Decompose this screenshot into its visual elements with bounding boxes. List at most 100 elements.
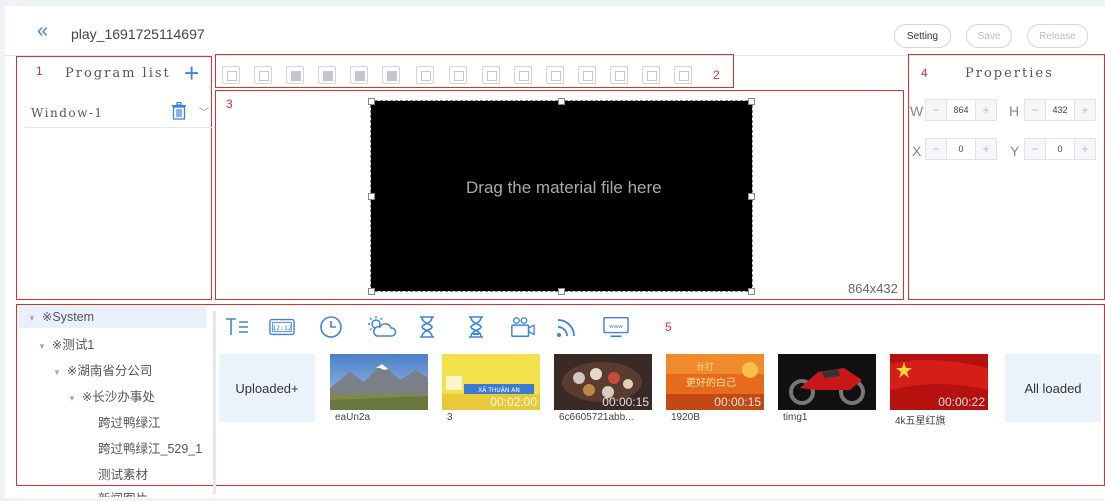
material-thumbnail-mountains[interactable] — [330, 354, 428, 410]
collapse-triangle-icon[interactable]: ▼ — [53, 368, 61, 377]
center-horizontal-icon[interactable] — [642, 66, 660, 84]
tree-item-leaf[interactable]: 跨过鸭绿江_529_1 — [98, 438, 202, 457]
tree-item-test1[interactable]: ▼ ※测试1 — [38, 334, 94, 353]
tree-item-system[interactable]: ▼ ※System — [18, 306, 206, 328]
material-duration: 00:02:00 — [490, 395, 537, 409]
webpage-icon[interactable]: www — [603, 315, 629, 339]
annotation-box-1 — [16, 56, 212, 300]
tree-item-leaf[interactable]: 测试素材 — [98, 464, 148, 483]
tree-item-leaf[interactable]: 跨过鸭绿江 — [98, 412, 161, 431]
app-window: « play_1691725114697 Setting Save Releas… — [5, 6, 1105, 498]
hourglass-icon[interactable] — [414, 315, 440, 339]
resize-handle-b[interactable] — [558, 288, 565, 295]
all-loaded-indicator: All loaded — [1005, 354, 1101, 422]
bring-front-icon[interactable] — [286, 66, 304, 84]
tree-item-label: ※测试1 — [51, 338, 95, 352]
height-input[interactable]: 432 — [1045, 100, 1075, 120]
program-list-title: Program list — [65, 66, 171, 81]
svg-text:更好的白己: 更好的白己 — [686, 376, 736, 389]
align-right-icon[interactable] — [674, 66, 692, 84]
program-title: play_1691725114697 — [71, 26, 205, 42]
align-top-icon[interactable] — [578, 66, 596, 84]
expand-icon[interactable] — [222, 66, 240, 84]
y-input[interactable]: 0 — [1045, 139, 1075, 159]
resize-handle-tl[interactable] — [368, 98, 375, 105]
clock-digital-icon[interactable]: 12:12 — [269, 315, 295, 339]
resize-handle-tr[interactable] — [748, 98, 755, 105]
tree-item-hunan[interactable]: ▼ ※湖南省分公司 — [53, 360, 152, 379]
annotation-box-4 — [908, 54, 1105, 300]
resize-handle-r[interactable] — [748, 193, 755, 200]
center-vertical-icon[interactable] — [546, 66, 564, 84]
svg-text:XÃ THUẬN AN: XÃ THUẬN AN — [478, 387, 520, 394]
upload-material-button[interactable]: Uploaded+ — [219, 354, 315, 422]
add-window-button[interactable]: + — [184, 60, 199, 86]
rss-icon[interactable] — [554, 315, 580, 339]
resize-handle-t[interactable] — [558, 98, 565, 105]
trash-icon[interactable] — [171, 102, 187, 120]
height-stepper[interactable]: − 432 + — [1024, 99, 1096, 121]
annotation-label-5: 5 — [665, 320, 672, 334]
send-back-icon[interactable] — [318, 66, 336, 84]
resize-handle-br[interactable] — [748, 288, 755, 295]
header: « play_1691725114697 Setting Save Releas… — [5, 6, 1105, 56]
y-increment-button[interactable]: + — [1075, 139, 1095, 159]
release-button[interactable]: Release — [1027, 24, 1088, 48]
move-up-icon[interactable] — [350, 66, 368, 84]
weather-icon[interactable] — [364, 315, 398, 339]
material-thumbnail-flag[interactable]: 00:00:22 — [890, 354, 988, 410]
width-input[interactable]: 864 — [946, 100, 976, 120]
double-chevron-left-icon[interactable]: « — [37, 21, 48, 41]
width-stepper[interactable]: − 864 + — [925, 99, 997, 121]
text-icon[interactable] — [224, 315, 250, 339]
resize-handle-bl[interactable] — [368, 288, 375, 295]
canvas-window[interactable]: Drag the material file here — [370, 100, 753, 292]
width-label: W — [910, 103, 924, 119]
chevron-down-icon[interactable]: ﹀ — [199, 104, 209, 119]
setting-button[interactable]: Setting — [894, 24, 951, 48]
material-thumbnail-dining[interactable]: 00:00:15 — [554, 354, 652, 410]
height-decrement-button[interactable]: − — [1025, 100, 1045, 120]
material-duration: 00:00:15 — [714, 395, 761, 409]
save-button[interactable]: Save — [966, 24, 1012, 48]
collapse-triangle-icon[interactable]: ▼ — [38, 342, 46, 351]
x-stepper[interactable]: − 0 + — [925, 138, 997, 160]
align-right-edge-icon[interactable] — [482, 66, 500, 84]
align-left-icon[interactable] — [610, 66, 628, 84]
collapse-triangle-icon[interactable]: ▼ — [28, 314, 36, 323]
svg-text:卄打: 卄打 — [696, 361, 714, 373]
x-increment-button[interactable]: + — [976, 139, 996, 159]
x-label: X — [912, 143, 922, 159]
material-thumbnail-yellow[interactable]: XÃ THUẬN AN 00:02:00 — [442, 354, 540, 410]
width-decrement-button[interactable]: − — [926, 100, 946, 120]
x-input[interactable]: 0 — [946, 139, 976, 159]
window-row[interactable]: Window-1 ﹀ — [25, 96, 215, 128]
fit-full-icon[interactable] — [416, 66, 434, 84]
tree-item-label: ※System — [41, 310, 95, 324]
align-bottom-icon[interactable] — [514, 66, 532, 84]
tree-item-changsha[interactable]: ▼ ※长沙办事处 — [68, 386, 155, 405]
material-duration: 00:00:15 — [602, 395, 649, 409]
y-decrement-button[interactable]: − — [1025, 139, 1045, 159]
move-down-icon[interactable] — [382, 66, 400, 84]
camera-icon[interactable] — [510, 315, 536, 339]
material-thumbnail-orange[interactable]: 卄打 更好的白己 00:00:15 — [666, 354, 764, 410]
align-bottom-edge-icon[interactable] — [449, 66, 467, 84]
y-stepper[interactable]: − 0 + — [1024, 138, 1096, 160]
material-name: timg1 — [783, 412, 808, 423]
x-decrement-button[interactable]: − — [926, 139, 946, 159]
material-duration: 00:00:22 — [938, 395, 985, 409]
shrink-icon[interactable] — [254, 66, 272, 84]
canvas-hint: Drag the material file here — [466, 178, 662, 197]
clock-analog-icon[interactable] — [318, 315, 344, 339]
material-name: 3 — [447, 412, 453, 423]
collapse-triangle-icon[interactable]: ▼ — [68, 394, 76, 403]
tree-item-leaf[interactable]: 新闻图片 — [98, 488, 148, 497]
height-increment-button[interactable]: + — [1075, 100, 1095, 120]
resize-handle-l[interactable] — [368, 193, 375, 200]
width-increment-button[interactable]: + — [976, 100, 996, 120]
tree-scrollbar[interactable] — [213, 311, 216, 494]
countdown-icon[interactable] — [463, 315, 489, 339]
material-name: 6c6605721abb... — [559, 412, 634, 423]
material-thumbnail-motorcycle[interactable] — [778, 354, 876, 410]
